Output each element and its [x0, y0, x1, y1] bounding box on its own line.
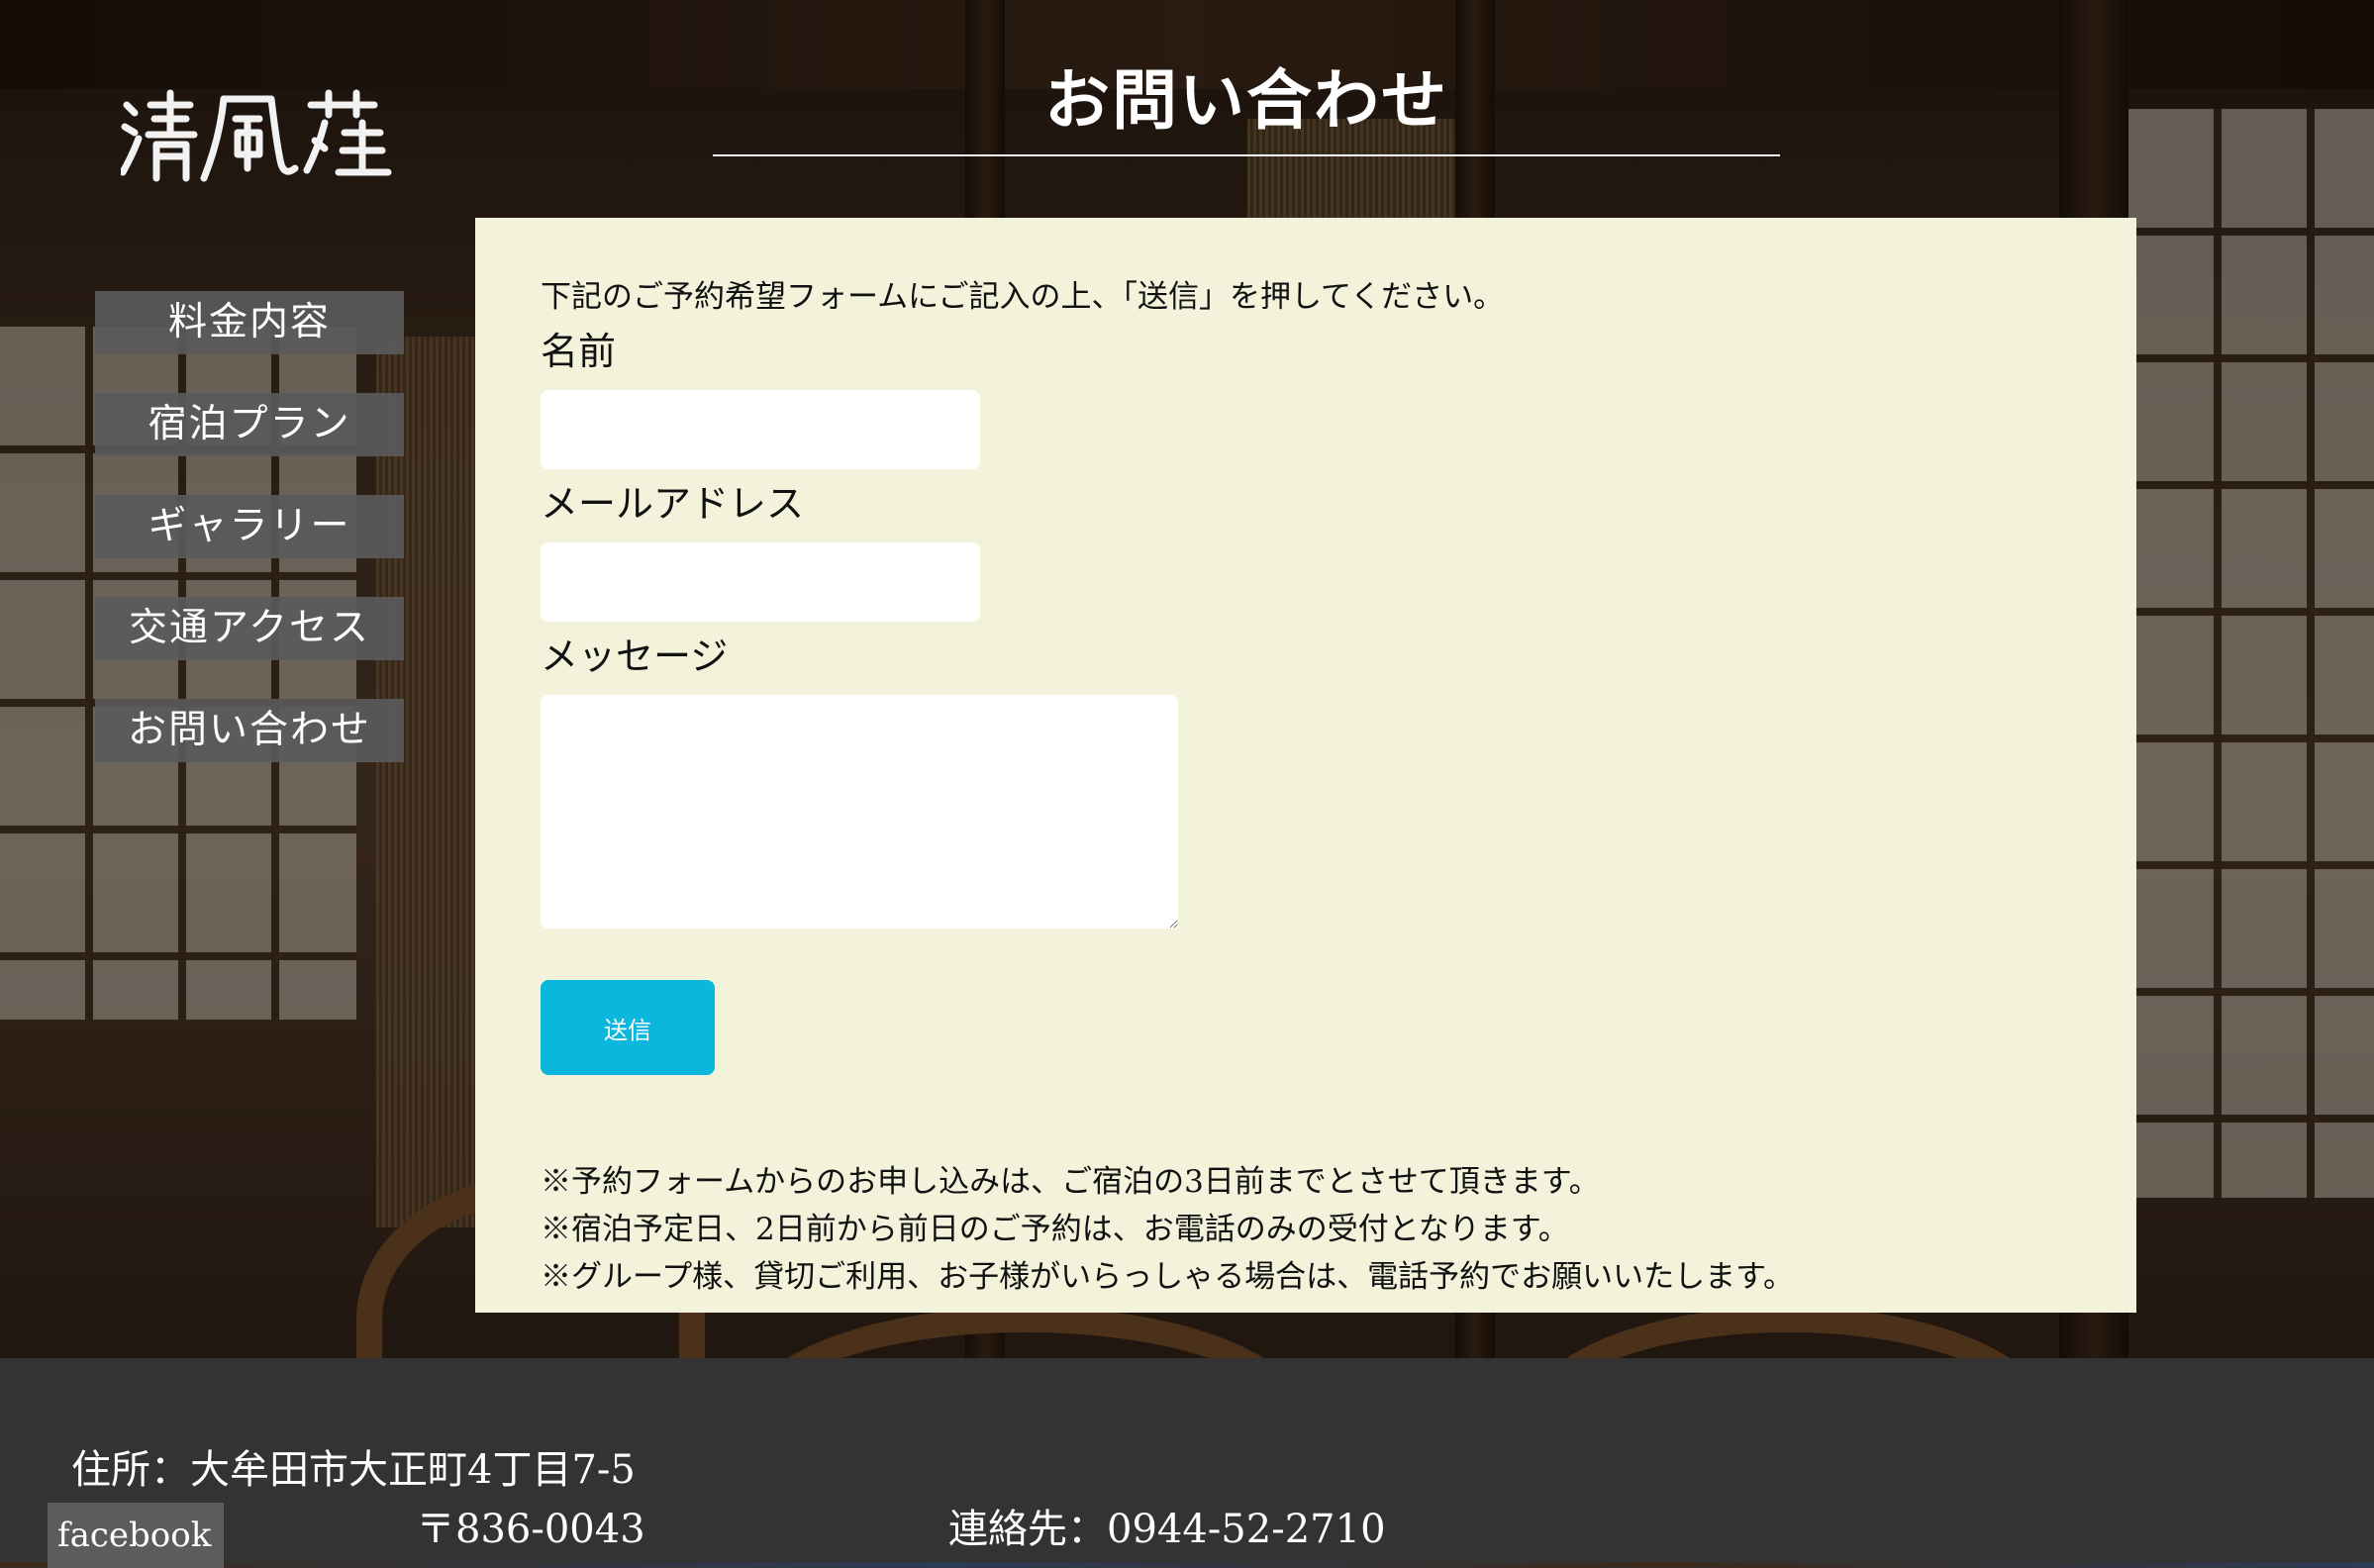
nav-item-access[interactable]: 交通アクセス [95, 597, 404, 660]
site-footer: 住所：大牟田市大正町4丁目7-5 〒836-0043 連絡先：0944-52-2… [0, 1358, 2374, 1568]
page-title: お問い合わせ [1044, 61, 1448, 139]
name-label: 名前 [541, 330, 617, 373]
nav-item-stay-plans[interactable]: 宿泊プラン [95, 393, 404, 456]
site-logo[interactable] [119, 83, 408, 182]
message-field[interactable] [541, 695, 1178, 929]
side-nav: 料金内容 宿泊プラン ギャラリー 交通アクセス お問い合わせ [95, 291, 404, 801]
form-intro: 下記のご予約希望フォームにご記入の上、「送信」を押してください。 [541, 279, 1505, 315]
message-label: メッセージ [541, 635, 729, 678]
submit-button[interactable]: 送信 [541, 980, 715, 1075]
footer-contact-phone: 連絡先：0944-52-2710 [948, 1507, 1386, 1552]
footer-photo-strip [0, 1562, 2374, 1568]
nav-item-pricing[interactable]: 料金内容 [95, 291, 404, 354]
contact-form-panel: 下記のご予約希望フォームにご記入の上、「送信」を押してください。 名前 メールア… [475, 218, 2136, 1313]
title-underline [713, 154, 1780, 156]
note-line: ※グループ様、貸切ご利用、お子様がいらっしゃる場合は、電話予約でお願いいたします… [541, 1259, 1795, 1295]
nav-item-gallery[interactable]: ギャラリー [95, 495, 404, 558]
email-field[interactable] [541, 542, 980, 622]
note-line: ※予約フォームからのお申し込みは、ご宿泊の3日前までとさせて頂きます。 [541, 1164, 1600, 1200]
brush-calligraphy-logo-icon [119, 89, 392, 182]
note-line: ※宿泊予定日、2日前から前日のご予約は、お電話のみの受付となります。 [541, 1212, 1569, 1247]
name-field[interactable] [541, 390, 980, 469]
email-label: メールアドレス [541, 482, 805, 526]
nav-item-contact[interactable]: お問い合わせ [95, 699, 404, 762]
footer-postal-code: 〒836-0043 [416, 1507, 645, 1552]
reservation-notes: ※予約フォームからのお申し込みは、ご宿泊の3日前までとさせて頂きます。 ※宿泊予… [541, 1158, 1794, 1301]
footer-address: 住所：大牟田市大正町4丁目7-5 [71, 1447, 636, 1493]
facebook-link[interactable]: facebook [48, 1503, 224, 1568]
